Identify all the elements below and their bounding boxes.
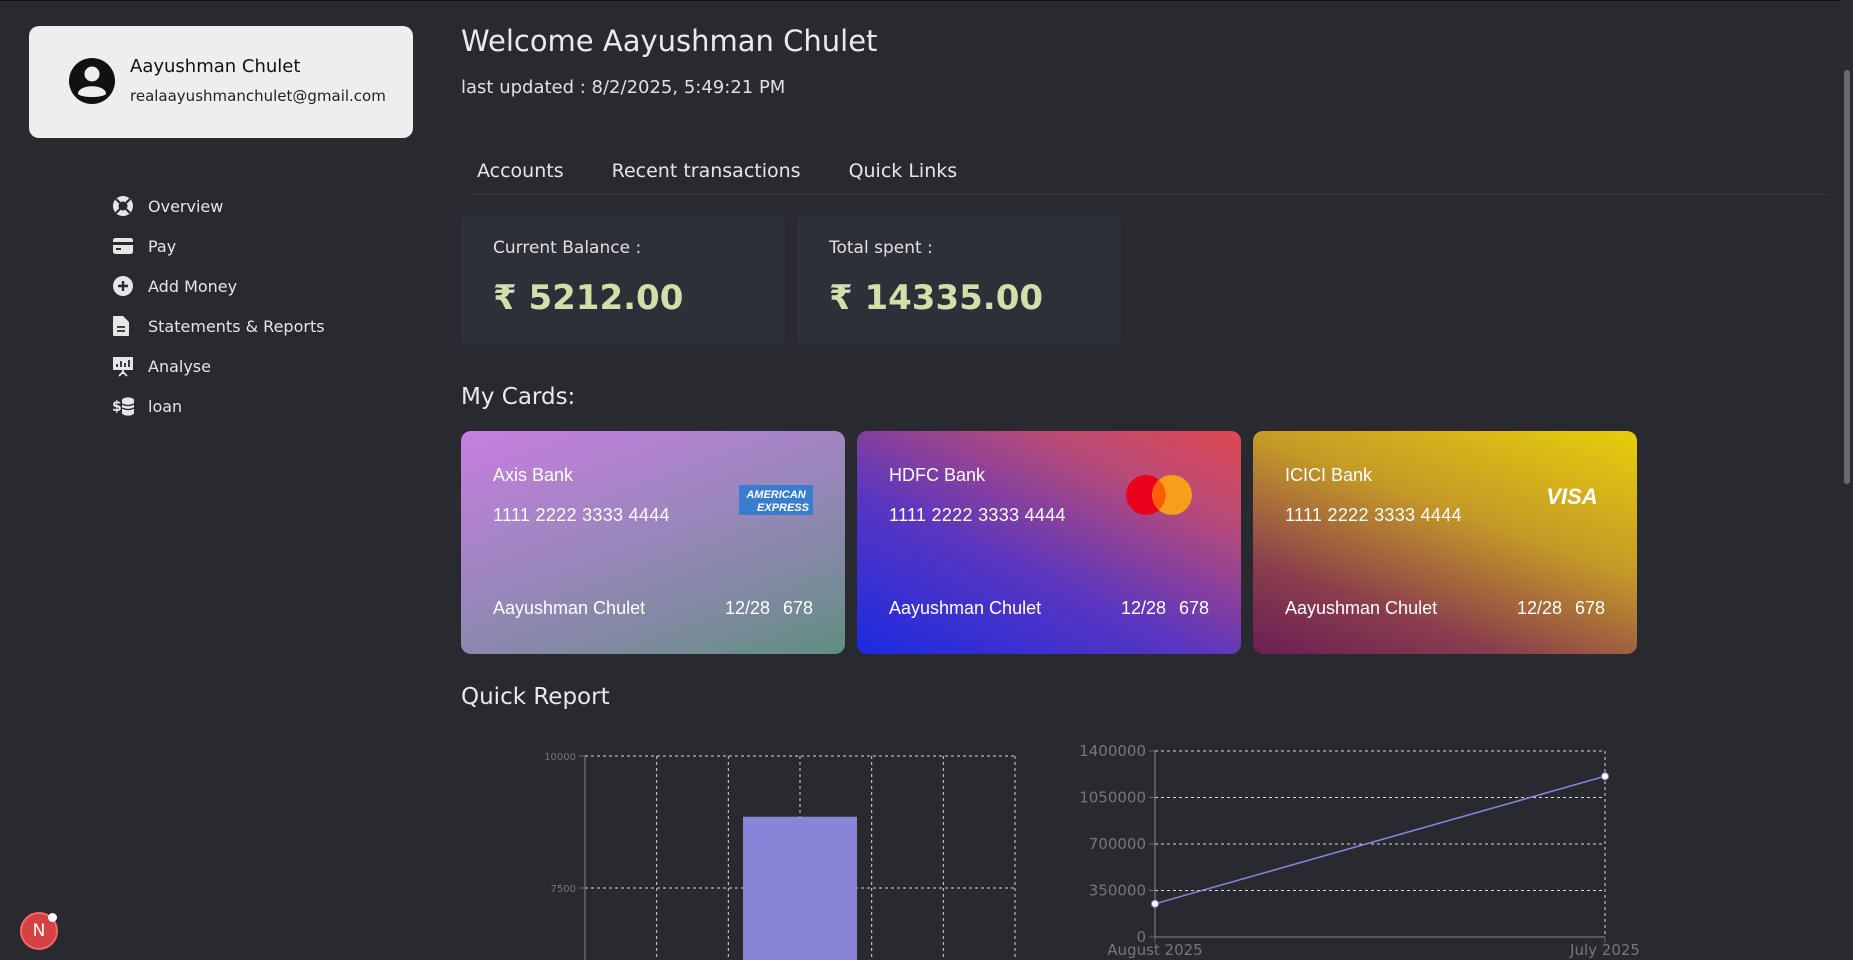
card-number: 1111 2222 3333 4444	[889, 505, 1066, 525]
amex-logo-line2: EXPRESS	[757, 502, 810, 514]
sidebar-item-loan[interactable]: $ loan	[112, 386, 325, 426]
page-title: Welcome Aayushman Chulet	[461, 24, 878, 58]
card-holder-name: Aayushman Chulet	[493, 598, 646, 618]
sidebar-item-label: Analyse	[148, 356, 211, 376]
sidebar-item-label: Add Money	[148, 276, 238, 296]
current-balance-label: Current Balance :	[493, 238, 642, 258]
line-chart-ytick-label: 1400000	[1080, 742, 1146, 760]
line-chart-ytick-label: 350000	[1089, 882, 1146, 900]
bar-chart-ytick-label: 7500	[551, 884, 576, 895]
line-chart-xtick-label: August 2025	[1107, 941, 1202, 959]
american-express-logo-icon: AMERICAN EXPRESS	[739, 485, 813, 515]
last-updated-text: last updated : 8/2/2025, 5:49:21 PM	[461, 77, 786, 98]
sidebar-item-overview[interactable]: Overview	[112, 186, 325, 226]
line-chart-point	[1601, 772, 1609, 781]
lifebuoy-icon	[112, 195, 138, 217]
total-spent-label: Total spent :	[829, 238, 933, 258]
card-bank-name: HDFC Bank	[889, 465, 986, 485]
card-holder-name: Aayushman Chulet	[889, 598, 1042, 618]
total-spent-panel: Total spent : ₹ 14335.00	[797, 215, 1121, 345]
sidebar-item-label: Overview	[148, 196, 224, 216]
bar-chart-ytick-label: 10000	[544, 752, 576, 763]
visa-logo-icon: VISA	[1546, 484, 1597, 509]
card-icici-bank[interactable]: ICICI Bank 1111 2222 3333 4444 Aayushman…	[1253, 431, 1637, 654]
profile-email: realaayushmanchulet@gmail.com	[130, 87, 386, 105]
bar-chart-bar	[743, 816, 857, 960]
sidebar-item-statements[interactable]: Statements & Reports	[112, 306, 325, 346]
spending-bar-chart: 7500 10000	[544, 752, 1016, 960]
card-expiry: 12/28	[1516, 598, 1562, 618]
current-balance-value: ₹ 5212.00	[493, 278, 684, 318]
svg-text:$: $	[112, 399, 122, 415]
credit-card-icon	[112, 235, 138, 257]
sidebar-item-analyse[interactable]: Analyse	[112, 346, 325, 386]
sidebar-item-label: loan	[148, 396, 183, 416]
profile-name: Aayushman Chulet	[130, 56, 301, 77]
dollar-coins-icon: $	[112, 395, 138, 417]
sidebar-nav: Overview Pay Add Money Statements & Repo…	[112, 186, 325, 426]
card-cvv: 678	[782, 598, 813, 618]
balance-line-chart: 035000070000010500001400000August 2025 Ju…	[1080, 742, 1640, 959]
mastercard-logo-icon	[1126, 475, 1192, 515]
card-hdfc-bank[interactable]: HDFC Bank 1111 2222 3333 4444 Aayushman …	[857, 431, 1241, 654]
tab-quick-links[interactable]: Quick Links	[849, 156, 958, 194]
quick-report-heading: Quick Report	[461, 684, 610, 710]
card-cvv: 678	[1178, 598, 1209, 618]
line-chart-ytick-label: 1050000	[1080, 789, 1146, 807]
card-axis-bank[interactable]: Axis Bank 1111 2222 3333 4444 Aayushman …	[461, 431, 845, 654]
presentation-chart-icon	[112, 355, 138, 377]
card-number: 1111 2222 3333 4444	[493, 505, 670, 525]
line-chart-point	[1151, 899, 1159, 908]
card-bank-name: ICICI Bank	[1285, 465, 1373, 485]
my-cards-heading: My Cards:	[461, 384, 576, 410]
card-bank-name: Axis Bank	[493, 465, 574, 485]
line-chart-xtick-label: July 2025	[1569, 941, 1640, 959]
line-chart-ytick-label: 700000	[1089, 835, 1146, 853]
document-icon	[112, 315, 138, 337]
amex-logo-line1: AMERICAN	[745, 489, 806, 501]
sidebar-item-label: Statements & Reports	[148, 316, 325, 336]
current-balance-panel: Current Balance : ₹ 5212.00	[461, 215, 785, 345]
card-expiry: 12/28	[1120, 598, 1166, 618]
user-circle-icon	[69, 58, 115, 104]
tab-bar: Accounts Recent transactions Quick Links	[469, 156, 1829, 195]
line-chart-series-line	[1154, 775, 1606, 905]
card-expiry: 12/28	[724, 598, 770, 618]
scrollbar-thumb[interactable]	[1844, 70, 1850, 484]
notification-dot	[48, 913, 57, 922]
visa-logo-text: VISA	[1546, 484, 1597, 509]
card-cvv: 678	[1574, 598, 1605, 618]
card-number: 1111 2222 3333 4444	[1285, 505, 1462, 525]
profile-card[interactable]: Aayushman Chulet realaayushmanchulet@gma…	[29, 26, 413, 138]
tab-accounts[interactable]: Accounts	[477, 156, 564, 194]
window-top-border	[0, 0, 1853, 1]
total-spent-value: ₹ 14335.00	[829, 278, 1044, 318]
card-holder-name: Aayushman Chulet	[1285, 598, 1438, 618]
tab-recent-transactions[interactable]: Recent transactions	[612, 156, 801, 194]
plus-circle-icon	[112, 275, 138, 297]
sidebar-item-label: Pay	[148, 236, 177, 256]
sidebar-item-pay[interactable]: Pay	[112, 226, 325, 266]
sidebar-item-add-money[interactable]: Add Money	[112, 266, 325, 306]
